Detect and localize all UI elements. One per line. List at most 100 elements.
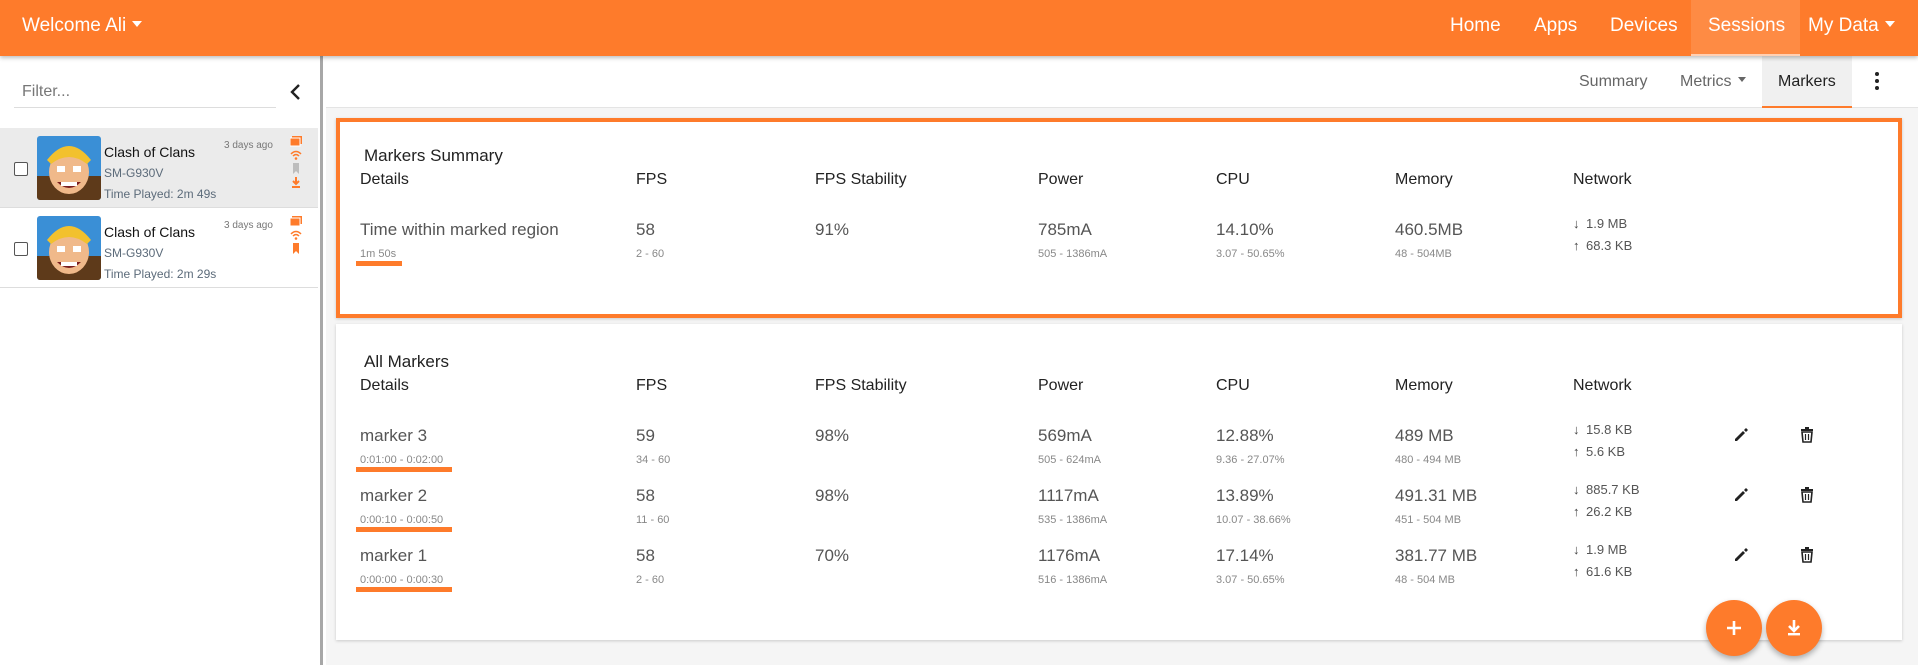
welcome-label: Welcome Ali bbox=[22, 15, 127, 36]
add-marker-button[interactable] bbox=[1706, 600, 1762, 656]
fps-value: 58 bbox=[636, 220, 655, 239]
nav-sessions[interactable]: Sessions bbox=[1708, 15, 1785, 37]
col-header-fps: FPS bbox=[636, 377, 668, 394]
delete-marker-button[interactable] bbox=[1798, 426, 1820, 448]
power-value: 785mA bbox=[1038, 220, 1092, 239]
power-range: 505 - 624mA bbox=[1038, 454, 1101, 466]
caret-down-icon bbox=[1884, 20, 1895, 27]
session-title: Clash of Clans bbox=[104, 144, 196, 160]
download-icon bbox=[292, 177, 300, 188]
arrow-up-icon: ↑ bbox=[1573, 444, 1580, 459]
delete-marker-button[interactable] bbox=[1798, 546, 1820, 568]
range-underline bbox=[356, 587, 452, 592]
network-upload: ↑ 68.3 KB bbox=[1573, 238, 1632, 253]
marker-range: 0:01:00 - 0:02:00 bbox=[360, 454, 444, 466]
network-download-value: 1.9 MB bbox=[1586, 542, 1628, 557]
session-item[interactable]: Clash of Clans SM-G930V Time Played: 2m … bbox=[0, 208, 318, 288]
session-time-played: Time Played: 2m 49s bbox=[104, 187, 217, 201]
network-upload-value: 68.3 KB bbox=[1586, 238, 1633, 253]
tab-metrics-label: Metrics bbox=[1680, 73, 1732, 90]
memory-range: 48 - 504MB bbox=[1395, 248, 1452, 260]
col-header-power: Power bbox=[1038, 377, 1084, 394]
my-data-label: My Data bbox=[1808, 15, 1879, 36]
cpu-range: 3.07 - 50.65% bbox=[1216, 574, 1285, 586]
session-ago: 3 days ago bbox=[224, 220, 273, 231]
more-options-icon[interactable] bbox=[1874, 72, 1880, 92]
delete-marker-button[interactable] bbox=[1798, 486, 1820, 508]
chevron-left-icon bbox=[290, 84, 300, 100]
col-header-fps-stability: FPS Stability bbox=[815, 377, 907, 394]
app-thumbnail bbox=[37, 216, 101, 280]
col-header-network: Network bbox=[1573, 171, 1632, 188]
cpu-value: 17.14% bbox=[1216, 546, 1274, 565]
tab-bar: Summary Metrics Markers bbox=[326, 56, 1918, 108]
nav-my-data-dropdown[interactable]: My Data bbox=[1808, 15, 1895, 37]
session-checkbox[interactable] bbox=[14, 162, 28, 176]
session-device: SM-G930V bbox=[104, 246, 164, 260]
markers-summary-title: Markers Summary bbox=[364, 146, 503, 165]
network-upload: ↑ 5.6 KB bbox=[1573, 444, 1625, 459]
col-header-network: Network bbox=[1573, 377, 1632, 394]
sessions-sidebar: Clash of Clans SM-G930V Time Played: 2m … bbox=[0, 56, 323, 665]
bookmark-icon bbox=[293, 243, 299, 254]
all-markers-title: All Markers bbox=[364, 352, 450, 371]
trash-icon bbox=[1801, 487, 1813, 503]
download-button[interactable] bbox=[1766, 600, 1822, 656]
nav-apps[interactable]: Apps bbox=[1534, 15, 1577, 37]
nav-devices[interactable]: Devices bbox=[1610, 15, 1678, 37]
fps-stability-value: 98% bbox=[815, 426, 850, 445]
pencil-icon bbox=[1735, 548, 1748, 561]
fps-stability-value: 70% bbox=[815, 546, 850, 565]
cpu-value: 12.88% bbox=[1216, 426, 1274, 445]
range-underline bbox=[356, 467, 452, 472]
memory-value: 460.5MB bbox=[1395, 220, 1464, 239]
session-title: Clash of Clans bbox=[104, 224, 196, 240]
session-ago: 3 days ago bbox=[224, 140, 273, 151]
col-header-details: Details bbox=[360, 171, 409, 188]
arrow-up-icon: ↑ bbox=[1573, 504, 1580, 519]
main-content: Summary Metrics Markers Markers Summary … bbox=[326, 56, 1918, 665]
plus-icon bbox=[1727, 621, 1741, 635]
welcome-user-dropdown[interactable]: Welcome Ali bbox=[22, 15, 143, 37]
fps-range: 11 - 60 bbox=[636, 514, 670, 526]
network-download: ↓ 885.7 KB bbox=[1573, 482, 1640, 497]
col-header-fps: FPS bbox=[636, 171, 668, 188]
arrow-down-icon: ↓ bbox=[1573, 542, 1580, 557]
session-status-icons bbox=[290, 136, 304, 191]
tab-summary[interactable]: Summary bbox=[1579, 73, 1647, 91]
caret-down-icon bbox=[1737, 77, 1746, 83]
power-value: 1117mA bbox=[1038, 486, 1099, 505]
cpu-value: 13.89% bbox=[1216, 486, 1274, 505]
col-header-memory: Memory bbox=[1395, 377, 1453, 394]
range-underline bbox=[356, 261, 402, 266]
fps-value: 58 bbox=[636, 486, 655, 505]
edit-marker-button[interactable] bbox=[1732, 546, 1754, 568]
memory-value: 381.77 MB bbox=[1395, 546, 1478, 565]
tab-markers[interactable]: Markers bbox=[1778, 73, 1836, 91]
marker-name: Time within marked region bbox=[360, 220, 559, 239]
power-value: 1176mA bbox=[1038, 546, 1101, 565]
trash-icon bbox=[1801, 427, 1813, 443]
network-download: ↓ 15.8 KB bbox=[1573, 422, 1632, 437]
marker-name: marker 2 bbox=[360, 486, 428, 505]
arrow-down-icon: ↓ bbox=[1573, 422, 1580, 437]
arrow-up-icon: ↑ bbox=[1573, 238, 1580, 253]
wifi-icon bbox=[290, 150, 302, 160]
collapse-sidebar-button[interactable] bbox=[286, 82, 306, 102]
edit-marker-button[interactable] bbox=[1732, 426, 1754, 448]
memory-range: 480 - 494 MB bbox=[1395, 454, 1462, 466]
col-header-fps-stability: FPS Stability bbox=[815, 171, 907, 188]
edit-marker-button[interactable] bbox=[1732, 486, 1754, 508]
network-download: ↓ 1.9 MB bbox=[1573, 542, 1627, 557]
arrow-up-icon: ↑ bbox=[1573, 564, 1580, 579]
fps-value: 59 bbox=[636, 426, 655, 445]
power-value: 569mA bbox=[1038, 426, 1092, 445]
tab-metrics[interactable]: Metrics bbox=[1680, 73, 1746, 91]
filter-input[interactable] bbox=[14, 76, 276, 108]
marker-name: marker 1 bbox=[360, 546, 428, 565]
trash-icon bbox=[1801, 547, 1813, 563]
network-download-value: 15.8 KB bbox=[1586, 422, 1633, 437]
session-checkbox[interactable] bbox=[14, 242, 28, 256]
nav-home[interactable]: Home bbox=[1450, 15, 1501, 37]
session-item[interactable]: Clash of Clans SM-G930V Time Played: 2m … bbox=[0, 128, 318, 208]
